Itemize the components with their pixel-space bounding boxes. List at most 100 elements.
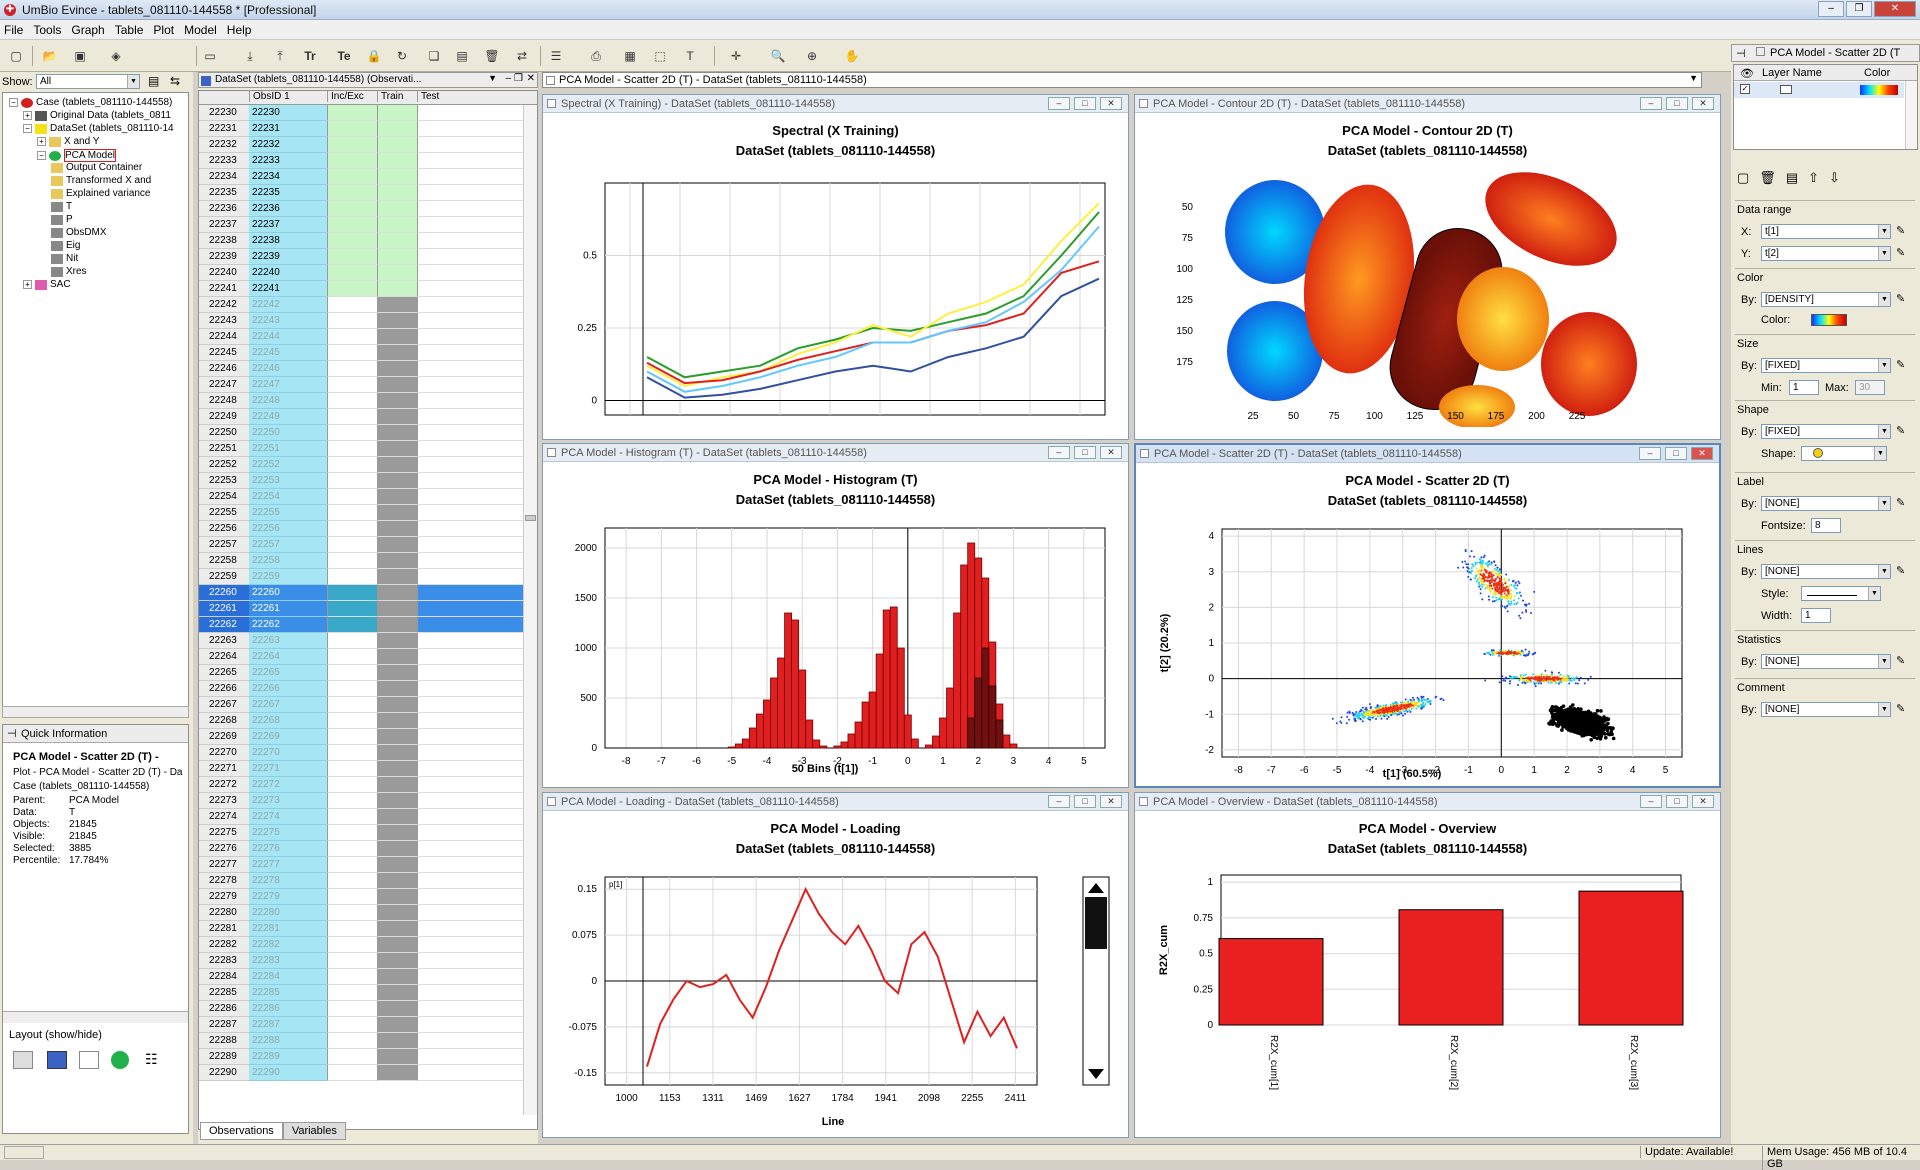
test-cell[interactable]	[417, 249, 525, 265]
overview-plot-window[interactable]: PCA Model - Overview - DataSet (tablets_…	[1134, 792, 1721, 1138]
obsid-cell[interactable]: 22279	[249, 889, 327, 905]
minimize-icon[interactable]: –	[1048, 97, 1070, 110]
close-icon[interactable]: ✕	[1691, 447, 1713, 460]
expand-icon[interactable]: +	[23, 280, 32, 289]
test-cell[interactable]	[417, 233, 525, 249]
select-icon[interactable]: ⬚	[650, 46, 670, 66]
obsid-cell[interactable]: 22274	[249, 809, 327, 825]
obsid-cell[interactable]: 22282	[249, 937, 327, 953]
minimize-icon[interactable]: –	[1640, 795, 1662, 808]
train-cell[interactable]	[377, 265, 417, 281]
train-cell[interactable]	[377, 985, 417, 1001]
incexc-cell[interactable]	[327, 809, 377, 825]
row-number[interactable]: 22289	[199, 1049, 249, 1065]
maximize-icon[interactable]: □	[1074, 446, 1096, 459]
minimize-icon[interactable]: –	[1048, 446, 1070, 459]
tab-variables[interactable]: Variables	[282, 1122, 346, 1140]
test-cell[interactable]	[417, 105, 525, 121]
incexc-cell[interactable]	[327, 313, 377, 329]
row-number[interactable]: 22279	[199, 889, 249, 905]
menu-tools[interactable]: Tools	[33, 23, 61, 37]
incexc-cell[interactable]	[327, 665, 377, 681]
delete-icon[interactable]: 🗑	[482, 46, 502, 66]
text-tool-icon[interactable]: T	[680, 46, 700, 66]
menu-file[interactable]: File	[4, 23, 23, 37]
obsid-cell[interactable]: 22234	[249, 169, 327, 185]
lines-edit-icon[interactable]: ✎	[1896, 564, 1905, 577]
scatter-plot-window[interactable]: PCA Model - Scatter 2D (T) - DataSet (ta…	[1134, 443, 1721, 788]
row-number[interactable]: 22260	[199, 585, 249, 601]
zoom-icon[interactable]: 🔍	[768, 46, 788, 66]
incexc-cell[interactable]	[327, 297, 377, 313]
obsid-cell[interactable]: 22268	[249, 713, 327, 729]
train-cell[interactable]	[377, 1049, 417, 1065]
test-cell[interactable]	[417, 1001, 525, 1017]
incexc-cell[interactable]	[327, 153, 377, 169]
maximize-icon[interactable]: □	[1666, 97, 1688, 110]
test-cell[interactable]	[417, 713, 525, 729]
train-cell[interactable]	[377, 441, 417, 457]
train-cell[interactable]	[377, 825, 417, 841]
incexc-cell[interactable]	[327, 745, 377, 761]
row-number[interactable]: 22287	[199, 1017, 249, 1033]
row-number[interactable]: 22283	[199, 953, 249, 969]
train-cell[interactable]	[377, 553, 417, 569]
size-edit-icon[interactable]: ✎	[1896, 358, 1905, 371]
contour-chart[interactable]: 25 50 75 100 125 150 175 200 225 50 75 100 125 150 175	[1135, 167, 1720, 427]
train-cell[interactable]	[377, 393, 417, 409]
incexc-cell[interactable]	[327, 281, 377, 297]
train-cell[interactable]	[377, 201, 417, 217]
train-cell[interactable]	[377, 729, 417, 745]
test-cell[interactable]	[417, 409, 525, 425]
train-cell[interactable]	[377, 361, 417, 377]
row-number[interactable]: 22252	[199, 457, 249, 473]
test-cell[interactable]	[417, 281, 525, 297]
train-cell[interactable]	[377, 153, 417, 169]
obsid-cell[interactable]: 22236	[249, 201, 327, 217]
incexc-cell[interactable]	[327, 969, 377, 985]
x-axis-select[interactable]: t[1] ▼	[1761, 224, 1891, 239]
y-edit-icon[interactable]: ✎	[1896, 246, 1905, 259]
row-number[interactable]: 22272	[199, 777, 249, 793]
x-edit-icon[interactable]: ✎	[1896, 224, 1905, 237]
table-minimize-icon[interactable]: –	[505, 73, 511, 84]
test-cell[interactable]	[417, 585, 525, 601]
obsid-cell[interactable]: 22272	[249, 777, 327, 793]
test-cell[interactable]	[417, 201, 525, 217]
close-icon[interactable]: ✕	[1100, 446, 1122, 459]
test-cell[interactable]	[417, 1049, 525, 1065]
obsid-cell[interactable]: 22290	[249, 1065, 327, 1081]
layer-visible-checkbox[interactable]: ✓	[1740, 84, 1750, 94]
train-cell[interactable]	[377, 665, 417, 681]
incexc-cell[interactable]	[327, 1033, 377, 1049]
quick-info-scrollbar[interactable]	[3, 1011, 188, 1023]
move-up-icon[interactable]: ⇧	[1808, 170, 1819, 186]
pin-icon[interactable]: ⊣	[1736, 47, 1746, 60]
incexc-cell[interactable]	[327, 761, 377, 777]
minimize-icon[interactable]: –	[1640, 97, 1662, 110]
obsid-cell[interactable]: 22239	[249, 249, 327, 265]
incexc-cell[interactable]	[327, 377, 377, 393]
obsid-cell[interactable]: 22232	[249, 137, 327, 153]
obsid-cell[interactable]: 22280	[249, 905, 327, 921]
train-cell[interactable]	[377, 185, 417, 201]
tree-item[interactable]: + X and Y	[37, 136, 99, 147]
train-cell[interactable]	[377, 921, 417, 937]
incexc-cell[interactable]	[327, 777, 377, 793]
column-header-incexc[interactable]: Inc/Exc	[327, 91, 379, 102]
tree-horizontal-scrollbar[interactable]	[2, 706, 189, 718]
test-cell[interactable]	[417, 569, 525, 585]
test-cell[interactable]	[417, 793, 525, 809]
obsid-cell[interactable]: 22281	[249, 921, 327, 937]
window-icon[interactable]: ▭	[200, 46, 220, 66]
row-number[interactable]: 22233	[199, 153, 249, 169]
layout-list-icon[interactable]: ☷	[145, 1051, 158, 1068]
obsid-cell[interactable]: 22288	[249, 1033, 327, 1049]
test-cell[interactable]	[417, 857, 525, 873]
spectral-plot-window[interactable]: Spectral (X Training) - DataSet (tablets…	[542, 94, 1129, 440]
obsid-cell[interactable]: 22233	[249, 153, 327, 169]
row-number[interactable]: 22232	[199, 137, 249, 153]
row-number[interactable]: 22276	[199, 841, 249, 857]
row-number[interactable]: 22277	[199, 857, 249, 873]
row-number[interactable]: 22280	[199, 905, 249, 921]
